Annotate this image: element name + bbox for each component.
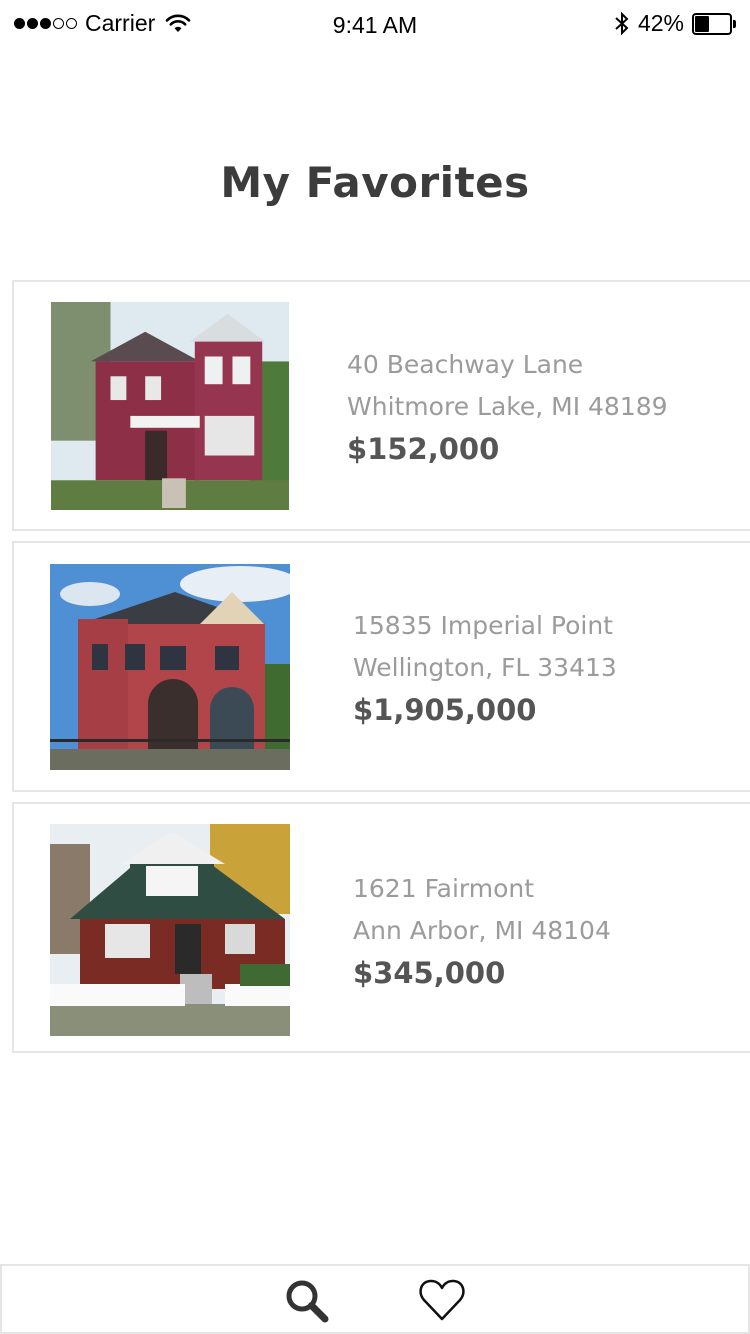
listing-card[interactable]: 1621 Fairmont Ann Arbor, MI 48104 $345,0… <box>12 802 750 1053</box>
listing-price: $345,000 <box>353 956 506 990</box>
listing-photo <box>50 564 290 770</box>
tab-bar <box>0 1264 750 1334</box>
battery-icon <box>692 12 736 35</box>
listing-card[interactable]: 40 Beachway Lane Whitmore Lake, MI 48189… <box>12 280 750 531</box>
battery-level <box>695 15 709 32</box>
page-title: My Favorites <box>220 158 530 207</box>
status-right: 42% <box>614 10 736 37</box>
listing-price: $1,905,000 <box>353 693 537 727</box>
listing-street: 40 Beachway Lane <box>347 350 584 379</box>
listing-photo <box>51 302 289 510</box>
heart-icon <box>419 1279 465 1321</box>
listing-info: 40 Beachway Lane Whitmore Lake, MI 48189… <box>347 344 668 470</box>
listing-info: 15835 Imperial Point Wellington, FL 3341… <box>353 605 617 731</box>
listing-street: 15835 Imperial Point <box>353 611 613 640</box>
bluetooth-icon <box>615 11 629 35</box>
listing-info: 1621 Fairmont Ann Arbor, MI 48104 $345,0… <box>353 868 611 994</box>
listing-city: Ann Arbor, MI 48104 <box>353 916 611 945</box>
listing-price: $152,000 <box>347 432 500 466</box>
listing-city: Whitmore Lake, MI 48189 <box>347 392 668 421</box>
tab-favorites[interactable] <box>416 1276 468 1324</box>
listing-city: Wellington, FL 33413 <box>353 653 617 682</box>
search-icon <box>286 1280 329 1323</box>
listing-card[interactable]: 15835 Imperial Point Wellington, FL 3341… <box>12 541 750 792</box>
listing-photo <box>50 824 290 1036</box>
tab-search[interactable] <box>280 1276 332 1324</box>
status-bar: Carrier 9:41 AM 42% <box>0 0 750 50</box>
battery-percent: 42% <box>637 10 684 36</box>
listing-street: 1621 Fairmont <box>353 874 535 903</box>
